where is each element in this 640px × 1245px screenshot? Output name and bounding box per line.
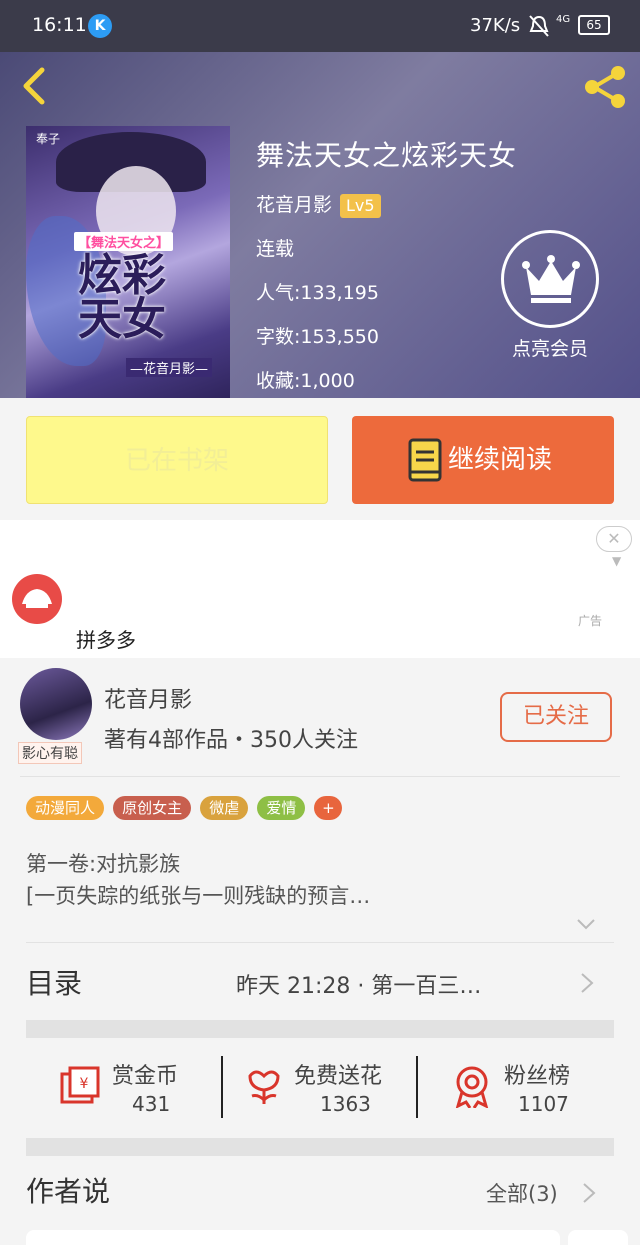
ribbon-medal-icon <box>455 1066 489 1108</box>
tag-item[interactable]: 微虐 <box>200 796 249 820</box>
author-comment-card[interactable] <box>568 1230 628 1245</box>
reward-coins-stat[interactable]: ¥ 赏金币 431 <box>26 1040 222 1140</box>
chevron-down-icon[interactable] <box>576 918 596 930</box>
svg-text:¥: ¥ <box>80 1076 89 1092</box>
crown-icon <box>522 255 580 303</box>
follow-button[interactable]: 已关注 <box>500 692 612 742</box>
share-icon[interactable] <box>582 64 628 110</box>
chevron-right-icon[interactable] <box>582 1182 596 1204</box>
coin-envelope-icon: ¥ <box>60 1066 100 1104</box>
latest-chapter: 昨天 21:28 · 第一百三… <box>236 974 482 999</box>
author-comment-card[interactable] <box>26 1230 560 1245</box>
divider <box>26 942 614 943</box>
vip-label: 点亮会员 <box>511 338 588 360</box>
tag-item[interactable]: 爱情 <box>257 796 306 820</box>
ad-close-icon[interactable]: ✕ <box>596 526 632 552</box>
continue-reading-button[interactable]: 继续阅读 <box>352 416 614 504</box>
battery-icon: 65 <box>578 15 610 35</box>
cover-subtitle: 【舞法天女之】 <box>74 232 174 251</box>
ad-logo-graphic <box>22 589 52 608</box>
view-all-link[interactable]: 全部(3) <box>486 1178 558 1208</box>
action-buttons: 已在书架 继续阅读 <box>0 398 640 520</box>
vip-crown-circle <box>501 230 599 328</box>
cover-mark: 奉子 <box>36 132 61 146</box>
cover-title: 炫彩天女 <box>78 250 166 345</box>
ad-tag: 广告 <box>578 614 603 628</box>
stats-row: ¥ 赏金币 431 免费送花 1363 粉丝榜 1107 <box>26 1040 614 1140</box>
k-app-icon: K <box>88 14 112 38</box>
book-header: 奉子 【舞法天女之】 炫彩天女 —花音月影— 舞法天女之炫彩天女 花音月影 Lv5… <box>0 52 640 398</box>
send-flowers-stat[interactable]: 免费送花 1363 <box>226 1040 416 1140</box>
reward-coins-value: 431 <box>132 1092 171 1116</box>
section-separator <box>26 1138 614 1156</box>
status-bar: 16:11 K 37K/s 4G 65 <box>0 0 640 52</box>
in-bookshelf-button[interactable]: 已在书架 <box>26 416 328 504</box>
book-author[interactable]: 花音月影 <box>256 194 332 216</box>
author-row: 花音月影 Lv5 <box>256 190 381 218</box>
stats-separator <box>221 1056 223 1118</box>
toc-title: 目录 <box>26 967 83 1000</box>
vip-button[interactable]: 点亮会员 <box>500 230 600 361</box>
stats-separator <box>416 1056 418 1118</box>
fan-ranking-value: 1107 <box>518 1092 569 1116</box>
reward-coins-label: 赏金币 <box>112 1064 179 1089</box>
flower-icon <box>248 1070 280 1104</box>
intro-line-1: 第一卷:对抗影族 <box>26 852 181 876</box>
section-separator <box>26 1020 614 1038</box>
chevron-right-icon <box>581 973 594 993</box>
author-stats: 著有4部作品・350人关注 <box>104 728 358 753</box>
network-speed: 37K/s <box>470 15 521 36</box>
status-time: 16:11 <box>32 14 87 36</box>
signal-icon: 4G <box>556 14 571 25</box>
avatar-tag: 影心有聪 <box>18 742 82 764</box>
ad-banner[interactable]: ✕ ▼ 拼多多 广告 <box>0 520 640 658</box>
book-status: 连载 <box>256 238 295 260</box>
book-word-count: 字数:153,550 <box>256 326 379 348</box>
book-icon <box>408 438 442 482</box>
author-card: 影心有聪 花音月影 著有4部作品・350人关注 已关注 <box>0 658 640 768</box>
tag-item[interactable]: 原创女主 <box>113 796 192 820</box>
send-flowers-value: 1363 <box>320 1092 371 1116</box>
book-cover[interactable]: 奉子 【舞法天女之】 炫彩天女 —花音月影— <box>26 126 230 398</box>
book-popularity: 人气:133,195 <box>256 282 379 304</box>
genre-tags: 动漫同人 原创女主 微虐 爱情 + <box>26 796 346 820</box>
author-says-title: 作者说 <box>26 1175 111 1208</box>
intro-line-2: [一页失踪的纸张与一则残缺的预言… <box>26 884 371 908</box>
mute-bell-icon <box>529 15 549 37</box>
pinduoduo-logo-icon <box>12 574 62 624</box>
cover-author: —花音月影— <box>126 358 213 377</box>
level-badge: Lv5 <box>340 194 381 218</box>
tag-item[interactable]: 动漫同人 <box>26 796 105 820</box>
table-of-contents-row[interactable]: 目录 昨天 21:28 · 第一百三… <box>26 960 616 1004</box>
back-arrow-icon[interactable] <box>20 66 50 106</box>
author-avatar[interactable] <box>20 668 92 740</box>
ad-name: 拼多多 <box>76 628 136 652</box>
author-name[interactable]: 花音月影 <box>104 682 192 714</box>
book-favorites: 收藏:1,000 <box>256 370 355 392</box>
continue-reading-label: 继续阅读 <box>448 445 553 475</box>
book-title: 舞法天女之炫彩天女 <box>256 139 518 172</box>
add-tag-button[interactable]: + <box>314 796 343 820</box>
send-flowers-label: 免费送花 <box>294 1064 383 1089</box>
fan-ranking-stat[interactable]: 粉丝榜 1107 <box>422 1040 614 1140</box>
divider <box>20 776 620 777</box>
fan-ranking-label: 粉丝榜 <box>504 1064 571 1089</box>
ad-triangle-icon: ▼ <box>612 554 622 568</box>
